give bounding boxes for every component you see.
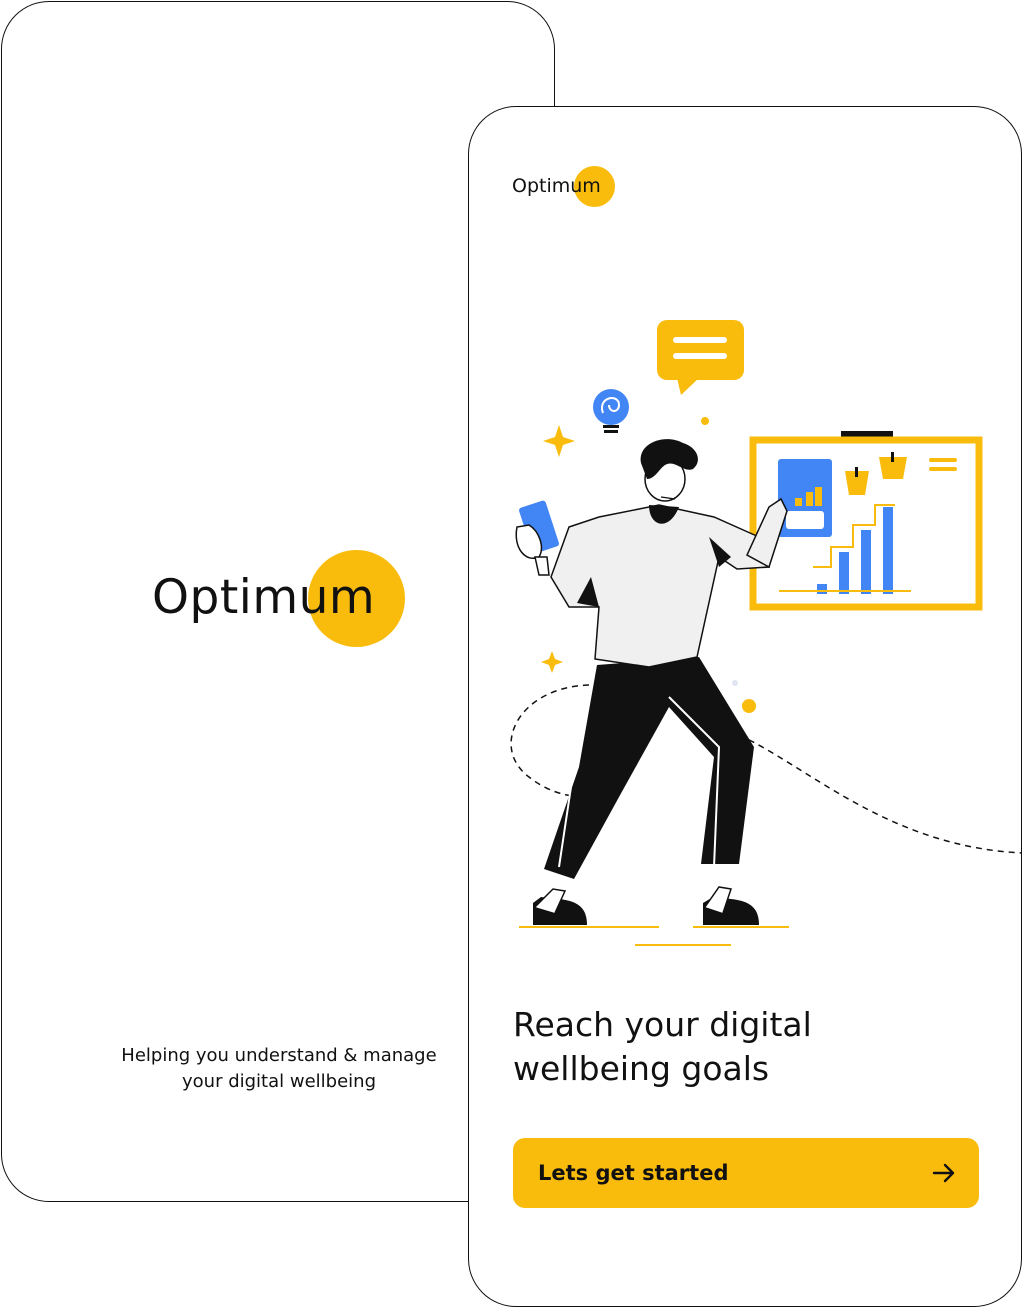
splash-logo: Optimum bbox=[152, 550, 412, 650]
dot-decoration bbox=[742, 699, 756, 713]
onboarding-headline: Reach your digital wellbeing goals bbox=[513, 1003, 983, 1091]
dot-decoration bbox=[732, 680, 738, 686]
onboarding-screen: Optimum Reach your digital wellbeing goa… bbox=[468, 106, 1022, 1307]
dashed-path-right bbox=[738, 734, 1021, 854]
splash-logo-text: Optimum bbox=[152, 570, 376, 625]
chat-bubble-icon bbox=[657, 320, 744, 395]
lightbulb-icon bbox=[593, 389, 629, 433]
sparkle-icon bbox=[543, 425, 575, 457]
chart-board bbox=[749, 431, 983, 611]
headline-line-2: wellbeing goals bbox=[513, 1049, 770, 1088]
get-started-button[interactable]: Lets get started bbox=[513, 1138, 979, 1208]
dot-decoration bbox=[701, 417, 709, 425]
person-figure bbox=[515, 439, 789, 946]
headline-line-1: Reach your digital bbox=[513, 1005, 812, 1044]
arrow-right-icon bbox=[932, 1163, 955, 1183]
get-started-label: Lets get started bbox=[538, 1161, 729, 1185]
sparkle-icon bbox=[541, 651, 563, 673]
person-presenting-chart-illustration bbox=[510, 320, 1021, 946]
